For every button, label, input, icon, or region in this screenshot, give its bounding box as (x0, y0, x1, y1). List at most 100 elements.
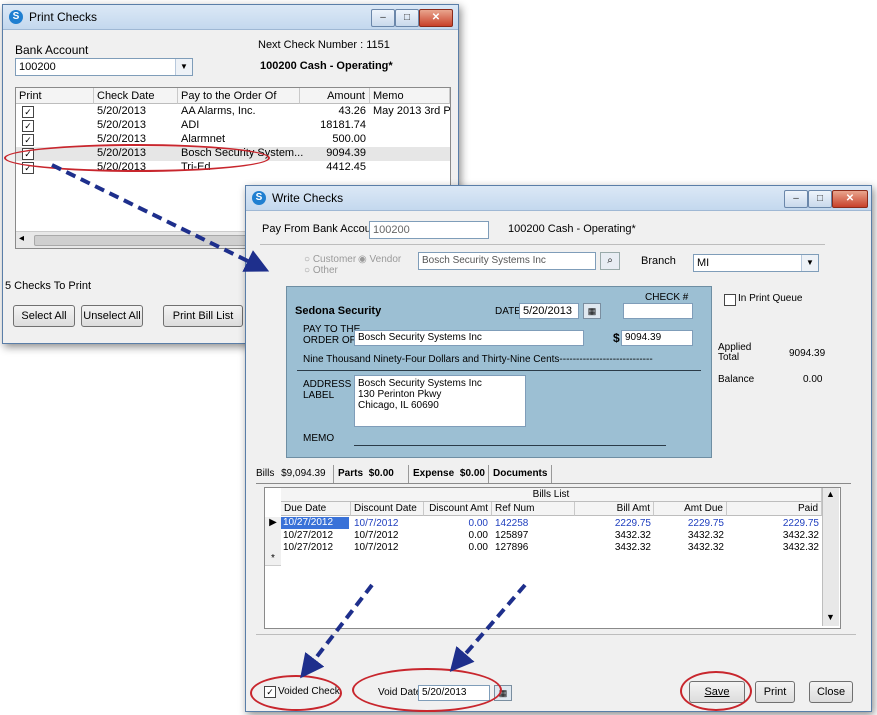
check-panel: Sedona Security DATE 5/20/2013 ▦ CHECK #… (286, 286, 712, 458)
column-header[interactable]: Paid (727, 502, 822, 516)
check-amount-field[interactable]: 9094.39 (621, 330, 693, 346)
chevron-down-icon[interactable]: ▼ (175, 59, 192, 75)
unselect-all-button[interactable]: Unselect All (81, 305, 143, 327)
in-print-queue-checkbox[interactable] (724, 294, 736, 306)
bank-account-value: 100200 (19, 61, 56, 73)
payee: AA Alarms, Inc. (181, 105, 256, 117)
address-box[interactable]: Bosch Security Systems Inc 130 Perinton … (354, 375, 526, 427)
print-button[interactable]: Print (755, 681, 795, 703)
tab-bills[interactable]: Bills $9,094.39 (256, 465, 326, 483)
address-line: 130 Perinton Pkwy (358, 389, 442, 400)
table-row[interactable]: ✓ 5/20/2013 AA Alarms, Inc. 43.26 May 20… (16, 105, 450, 119)
scroll-up-icon[interactable]: ▲ (826, 489, 835, 499)
balance-value: 0.00 (803, 374, 823, 385)
column-header[interactable]: Pay to the Order Of (178, 88, 300, 104)
new-row-header[interactable]: * (265, 553, 281, 566)
print-checkbox[interactable]: ✓ (22, 120, 34, 132)
check-date-field[interactable]: 5/20/2013 (519, 303, 579, 319)
amount: 4412.45 (326, 161, 366, 173)
account-name: 100200 Cash - Operating* (508, 223, 636, 235)
tab-documents[interactable]: Documents (488, 465, 553, 483)
table-row[interactable]: 10/27/2012 10/7/2012 0.00 125897 3432.32… (281, 529, 822, 541)
customer-label: Customer (312, 254, 357, 265)
payee-field[interactable]: Bosch Security Systems Inc (354, 330, 584, 346)
check-date-value: 5/20/2013 (523, 305, 572, 317)
dollar-sign: $ (613, 331, 620, 345)
print-checkbox[interactable]: ✓ (22, 106, 34, 118)
vendor-field[interactable]: Bosch Security Systems Inc (418, 252, 596, 270)
bank-account-select[interactable]: 100200 ▼ (15, 58, 193, 76)
write-checks-window: S Write Checks – □ ✕ Pay From Bank Accou… (245, 185, 872, 712)
minimize-button[interactable]: – (784, 190, 808, 208)
scroll-left-icon[interactable]: ◂ (19, 233, 24, 244)
print-bill-list-button[interactable]: Print Bill List (163, 305, 243, 327)
app-logo-icon: S (9, 10, 23, 24)
maximize-button[interactable]: □ (808, 190, 832, 208)
checks-to-print-count: 5 Checks To Print (5, 280, 92, 292)
column-header[interactable]: Amount (300, 88, 370, 104)
branch-label: Branch (641, 255, 676, 267)
due-date[interactable]: 10/27/2012 (283, 541, 333, 554)
tab-amount: $0.00 (459, 468, 485, 479)
tab-expense[interactable]: Expense $0.00 (408, 465, 485, 483)
memo-label: MEMO (303, 433, 335, 444)
table-row[interactable]: 10/27/2012 10/7/2012 0.00 142258 2229.75… (281, 517, 822, 529)
vendor-radio[interactable]: ◉ Vendor (358, 254, 401, 265)
tab-parts[interactable]: Parts $0.00 (333, 465, 394, 483)
tab-label: Bills (256, 468, 275, 479)
close-window-button[interactable]: ✕ (419, 9, 453, 27)
column-header[interactable]: Amt Due (654, 502, 727, 516)
memo-line[interactable] (354, 445, 666, 446)
calendar-icon[interactable]: ▦ (583, 303, 601, 319)
bills-list-title: Bills List (281, 488, 822, 502)
amount: 9094.39 (326, 147, 366, 159)
binoculars-icon[interactable]: ⌕ (600, 252, 620, 270)
highlight-oval (250, 675, 342, 711)
highlight-oval (680, 671, 752, 711)
vendor-value: Bosch Security Systems Inc (422, 255, 546, 266)
customer-radio[interactable]: ○ Customer (304, 254, 356, 265)
highlight-oval (4, 144, 270, 172)
table-row[interactable]: ✓ 5/20/2013 ADI 18181.74 (16, 119, 450, 133)
tab-label: Documents (493, 468, 548, 479)
bills-grid: Bills List Due Date Discount Date Discou… (264, 487, 841, 629)
other-radio[interactable]: ○ Other (304, 265, 338, 276)
column-header[interactable]: Print (16, 88, 94, 104)
table-row[interactable]: 10/27/2012 10/7/2012 0.00 127896 3432.32… (281, 541, 822, 553)
check-date: 5/20/2013 (97, 105, 146, 117)
column-header[interactable]: Ref Num (492, 502, 575, 516)
column-header[interactable]: Check Date (94, 88, 178, 104)
payee: Alarmnet (181, 133, 226, 145)
current-row-icon: ▶ (269, 517, 277, 528)
column-header[interactable]: Due Date (281, 502, 351, 516)
amt-due: 3432.32 (687, 542, 724, 553)
check-number-field[interactable] (623, 303, 693, 319)
check-amount-value: 9094.39 (625, 332, 662, 343)
print-checks-titlebar[interactable]: S Print Checks – □ ✕ (3, 5, 458, 30)
maximize-button[interactable]: □ (395, 9, 419, 27)
highlight-oval (352, 668, 502, 712)
address-label: ADDRESS (303, 379, 352, 390)
paid: 3432.32 (782, 542, 819, 553)
tab-amount: $9,094.39 (281, 468, 326, 479)
amount: 43.26 (338, 105, 366, 117)
column-header[interactable]: Discount Amt (424, 502, 492, 516)
close-button[interactable]: Close (809, 681, 853, 703)
due-date[interactable]: 10/27/2012 (281, 517, 349, 529)
column-header[interactable]: Bill Amt (575, 502, 654, 516)
chevron-down-icon[interactable]: ▼ (801, 255, 818, 271)
pay-from-account-field[interactable]: 100200 (369, 221, 489, 239)
write-checks-titlebar[interactable]: S Write Checks – □ ✕ (246, 186, 871, 211)
bill-amt: 3432.32 (614, 542, 651, 553)
vertical-scrollbar[interactable]: ▲ ▼ (822, 488, 839, 626)
close-window-button[interactable]: ✕ (832, 190, 868, 208)
amount-in-words: Nine Thousand Ninety-Four Dollars and Th… (303, 354, 653, 365)
column-header[interactable]: Discount Date (351, 502, 424, 516)
scroll-down-icon[interactable]: ▼ (826, 612, 835, 622)
branch-select[interactable]: MI ▼ (693, 254, 819, 272)
print-checkbox[interactable]: ✓ (22, 134, 34, 146)
minimize-button[interactable]: – (371, 9, 395, 27)
branch-value: MI (697, 257, 710, 269)
select-all-button[interactable]: Select All (13, 305, 75, 327)
column-header[interactable]: Memo (370, 88, 450, 104)
